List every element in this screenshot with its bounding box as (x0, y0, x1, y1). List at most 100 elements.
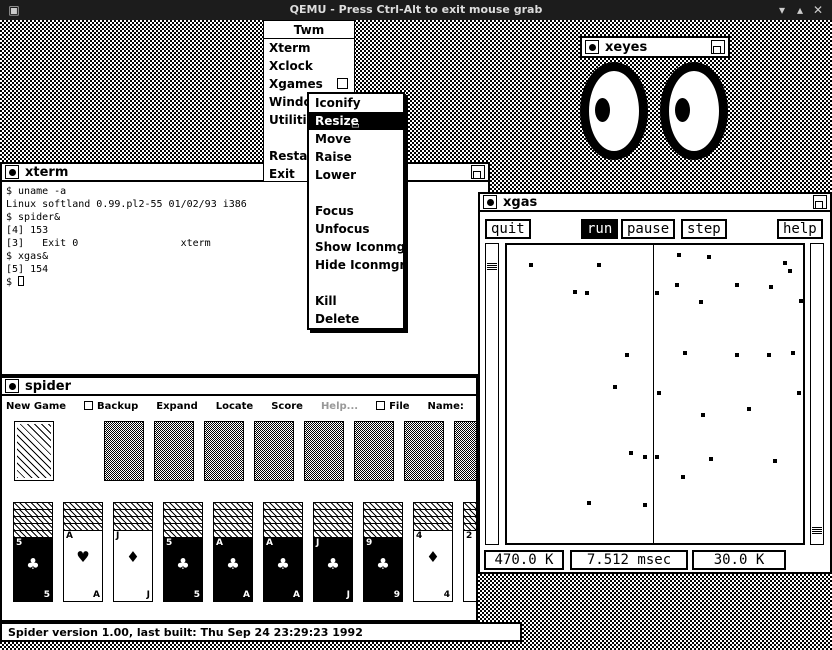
xeyes-title-bar[interactable]: xeyes (580, 36, 730, 58)
xterm-title-bar[interactable]: xterm (0, 162, 490, 182)
foundation-slot[interactable] (204, 421, 244, 481)
resize-button[interactable] (813, 195, 827, 209)
menu-item-focus[interactable]: Focus (309, 202, 403, 220)
stock-deck[interactable] (14, 421, 54, 481)
menu-item-kill[interactable]: Kill (309, 292, 403, 310)
tableau-column[interactable]: 5 ♣ 5 (13, 502, 54, 602)
window-title: xterm (25, 164, 77, 180)
tableau-column[interactable]: 2♥2 (463, 502, 476, 602)
menu-separator (309, 274, 403, 292)
menu-item-delete[interactable]: Delete (309, 310, 403, 328)
foundation-slot[interactable] (354, 421, 394, 481)
restore-icon[interactable]: ▴ (792, 2, 808, 18)
card-suit-icon: ♦ (426, 548, 440, 566)
scrollbar-thumb[interactable] (487, 262, 497, 270)
card-rank: A (93, 590, 100, 600)
card-rank: 4 (416, 531, 423, 541)
right-temperature-readout: 30.0 K (692, 550, 786, 570)
gas-molecule (629, 451, 633, 455)
gas-molecule (585, 291, 589, 295)
xgas-title-bar[interactable]: xgas (478, 192, 832, 212)
foundation-slot[interactable] (454, 421, 476, 481)
tableau-column[interactable]: A ♥ A (63, 502, 104, 602)
face-up-card[interactable]: 4 ♦ 4 (413, 530, 453, 602)
tableau-column[interactable]: A ♣ A (263, 502, 304, 602)
step-button[interactable]: step (681, 219, 727, 239)
face-up-card[interactable]: 2♥2 (463, 530, 476, 602)
tableau-column[interactable]: A ♣ A (213, 502, 254, 602)
face-up-card[interactable]: A ♣ A (213, 537, 253, 602)
gas-molecule (655, 291, 659, 295)
run-button[interactable]: run (581, 219, 619, 239)
foundation-slot[interactable] (154, 421, 194, 481)
close-icon[interactable]: ✕ (810, 2, 826, 18)
iconify-button[interactable] (5, 165, 19, 179)
menu-item-hide-iconmgr[interactable]: Hide Iconmgr (309, 256, 403, 274)
spider-status-bar: Spider version 1.00, last built: Thu Sep… (0, 622, 522, 642)
file-button[interactable]: File (376, 400, 410, 412)
minimize-icon[interactable]: ▾ (774, 2, 790, 18)
iconify-button[interactable] (5, 379, 19, 393)
pause-button[interactable]: pause (621, 219, 676, 239)
backup-button[interactable]: Backup (84, 400, 138, 412)
terminal-prompt-line[interactable]: $ (6, 276, 484, 289)
iconify-button[interactable] (483, 195, 497, 209)
tableau-column[interactable]: 5 ♣ 5 (163, 502, 204, 602)
xterm-terminal[interactable]: $ uname -a Linux softland 0.99.pl2-55 01… (0, 182, 490, 376)
left-temperature-scrollbar[interactable] (485, 243, 499, 545)
score-button[interactable]: Score (271, 401, 303, 412)
face-up-card[interactable]: J ♣ J (313, 537, 353, 602)
terminal-line: $ xgas& (6, 251, 49, 262)
card-suit-icon: ♣ (176, 555, 190, 573)
window-title: spider (25, 378, 80, 394)
resize-button[interactable] (711, 40, 725, 54)
menu-item-lower[interactable]: Lower (309, 166, 403, 184)
foundation-slot[interactable] (254, 421, 294, 481)
face-up-card[interactable]: A ♣ A (263, 537, 303, 602)
foundation-slot[interactable] (404, 421, 444, 481)
face-up-card[interactable]: J ♦ J (113, 530, 153, 602)
card-rank: J (116, 531, 120, 541)
gas-molecule (783, 261, 787, 265)
menu-item-xgames[interactable]: Xgames (264, 75, 354, 93)
quit-button[interactable]: quit (485, 219, 531, 239)
locate-button[interactable]: Locate (216, 401, 253, 412)
help-button[interactable]: Help... (321, 401, 358, 412)
name-label: Name: (427, 400, 464, 412)
card-rank: J (346, 590, 350, 600)
right-temperature-scrollbar[interactable] (810, 243, 824, 545)
face-up-card[interactable]: 9 ♣ 9 (363, 537, 403, 602)
help-button[interactable]: help (777, 219, 823, 239)
resize-button[interactable] (471, 165, 485, 179)
scrollbar-thumb[interactable] (812, 526, 822, 534)
terminal-line: [4] 153 (6, 225, 49, 236)
tableau-column[interactable]: J ♣ J (313, 502, 354, 602)
terminal-line: $ spider& (6, 212, 61, 223)
menu-item-move[interactable]: Move (309, 130, 403, 148)
tableau-column[interactable]: 9 ♣ 9 (363, 502, 404, 602)
host-menu-icon[interactable]: ▣ (6, 2, 22, 18)
expand-button[interactable]: Expand (156, 401, 197, 412)
card-suit-icon: ♦ (126, 548, 140, 566)
card-rank: 5 (16, 538, 23, 548)
menu-item-xclock[interactable]: Xclock (264, 57, 354, 75)
iconify-button[interactable] (585, 40, 599, 54)
spider-window: New Game Backup Expand Locate Score Help… (0, 396, 478, 622)
new-game-button[interactable]: New Game (6, 401, 66, 412)
gas-molecule (701, 413, 705, 417)
foundation-slot[interactable] (104, 421, 144, 481)
face-up-card[interactable]: 5 ♣ 5 (163, 537, 203, 602)
menu-item-raise[interactable]: Raise (309, 148, 403, 166)
spider-title-bar[interactable]: spider (0, 376, 478, 396)
tableau-column[interactable]: J ♦ J (113, 502, 154, 602)
menu-item-resize[interactable]: Resize ▭ (309, 112, 403, 130)
menu-item-iconify[interactable]: Iconify (309, 94, 403, 112)
foundation-slot[interactable] (304, 421, 344, 481)
face-up-card[interactable]: A ♥ A (63, 530, 103, 602)
face-up-card[interactable]: 5 ♣ 5 (13, 537, 53, 602)
window-title: xeyes (605, 39, 656, 55)
menu-item-xterm[interactable]: Xterm (264, 39, 354, 57)
menu-item-unfocus[interactable]: Unfocus (309, 220, 403, 238)
tableau-column[interactable]: 4 ♦ 4 (413, 502, 454, 602)
menu-item-show-iconmgr[interactable]: Show Iconmgr (309, 238, 403, 256)
